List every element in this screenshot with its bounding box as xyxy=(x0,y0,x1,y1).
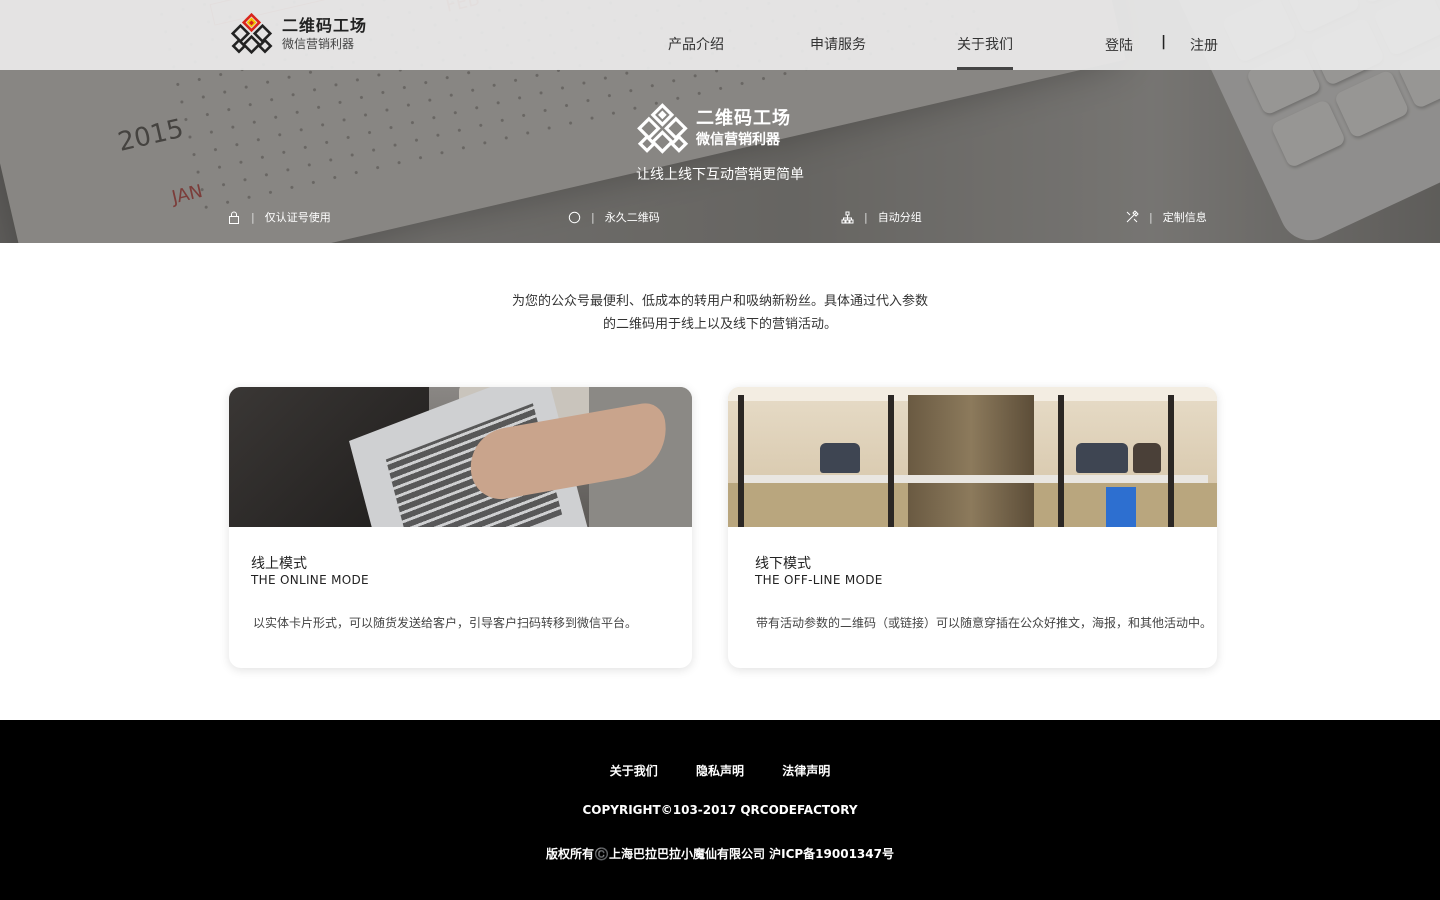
icp-text: 版权所有©️上海巴拉巴拉小魔仙有限公司 沪ICP备19001347号 xyxy=(546,847,894,861)
feature-certified: | 仅认证号使用 xyxy=(227,209,331,225)
footer: 关于我们 隐私声明 法律声明 COPYRIGHT©103-2017 QRCODE… xyxy=(0,720,1440,900)
hero-slogan: 让线上线下互动营销更简单 xyxy=(636,167,804,183)
card-subtitle: THE ONLINE MODE xyxy=(251,573,369,587)
offline-mode-photo xyxy=(728,387,1217,527)
copyright-text: COPYRIGHT©103-2017 QRCODEFACTORY xyxy=(582,803,858,817)
register-link[interactable]: 注册 xyxy=(1190,35,1218,55)
login-link[interactable]: 登陆 xyxy=(1105,35,1133,55)
brand-tagline: 微信营销利器 xyxy=(282,37,355,51)
feature-custom-info: | 定制信息 xyxy=(1125,209,1207,225)
tools-icon xyxy=(1125,210,1139,224)
qr-logo-icon xyxy=(637,103,689,154)
qr-logo-icon xyxy=(230,12,273,55)
lock-icon xyxy=(227,210,241,224)
footer-link-privacy[interactable]: 隐私声明 xyxy=(696,764,744,778)
online-mode-photo xyxy=(229,387,692,527)
card-title: 线下模式 xyxy=(755,556,811,572)
card-title: 线上模式 xyxy=(251,556,307,572)
feature-label: 定制信息 xyxy=(1162,211,1207,224)
feature-permanent-qr: | 永久二维码 xyxy=(567,209,660,225)
card-offline-mode[interactable]: 线下模式 THE OFF-LINE MODE 带有活动参数的二维码（或链接）可以… xyxy=(728,387,1217,668)
feature-label: 自动分组 xyxy=(877,211,922,224)
brand-logo[interactable]: 二维码工场 微信营销利器 xyxy=(230,12,367,56)
intro-line-2: 的二维码用于线上以及线下的营销活动。 xyxy=(602,317,837,332)
hero-brand-tagline: 微信营销利器 xyxy=(696,132,780,148)
feature-label: 仅认证号使用 xyxy=(264,211,331,224)
nav-item-products[interactable]: 产品介绍 xyxy=(668,34,724,54)
circle-icon xyxy=(567,210,581,224)
feature-label: 永久二维码 xyxy=(604,211,660,224)
footer-link-about[interactable]: 关于我们 xyxy=(610,764,658,778)
card-description: 以实体卡片形式，可以随货发送给客户，引导客户扫码转移到微信平台。 xyxy=(253,616,638,630)
footer-link-legal[interactable]: 法律声明 xyxy=(782,764,830,778)
card-subtitle: THE OFF-LINE MODE xyxy=(755,573,883,587)
hero-brand-logo: 二维码工场 微信营销利器 xyxy=(636,102,791,156)
hierarchy-icon xyxy=(840,210,854,224)
brand-name: 二维码工场 xyxy=(282,16,368,35)
nav-item-about[interactable]: 关于我们 xyxy=(957,34,1013,70)
auth-separator: | xyxy=(1161,34,1167,50)
hero-brand-name: 二维码工场 xyxy=(696,108,791,129)
footer-links: 关于我们 隐私声明 法律声明 xyxy=(0,762,1440,779)
card-online-mode[interactable]: 线上模式 THE ONLINE MODE 以实体卡片形式，可以随货发送给客户，引… xyxy=(229,387,692,668)
card-description: 带有活动参数的二维码（或链接）可以随意穿插在公众好推文，海报，和其他活动中。 xyxy=(756,616,1213,630)
intro-text: 为您的公众号最便利、低成本的转用户和吸纳新粉丝。具体通过代入参数 的二维码用于线… xyxy=(0,290,1440,336)
feature-auto-group: | 自动分组 xyxy=(840,209,922,225)
nav-item-apply[interactable]: 申请服务 xyxy=(810,34,866,54)
intro-line-1: 为您的公众号最便利、低成本的转用户和吸纳新粉丝。具体通过代入参数 xyxy=(511,294,928,309)
header-bar: 二维码工场 微信营销利器 产品介绍 申请服务 关于我们 登陆 | 注册 xyxy=(0,0,1440,70)
